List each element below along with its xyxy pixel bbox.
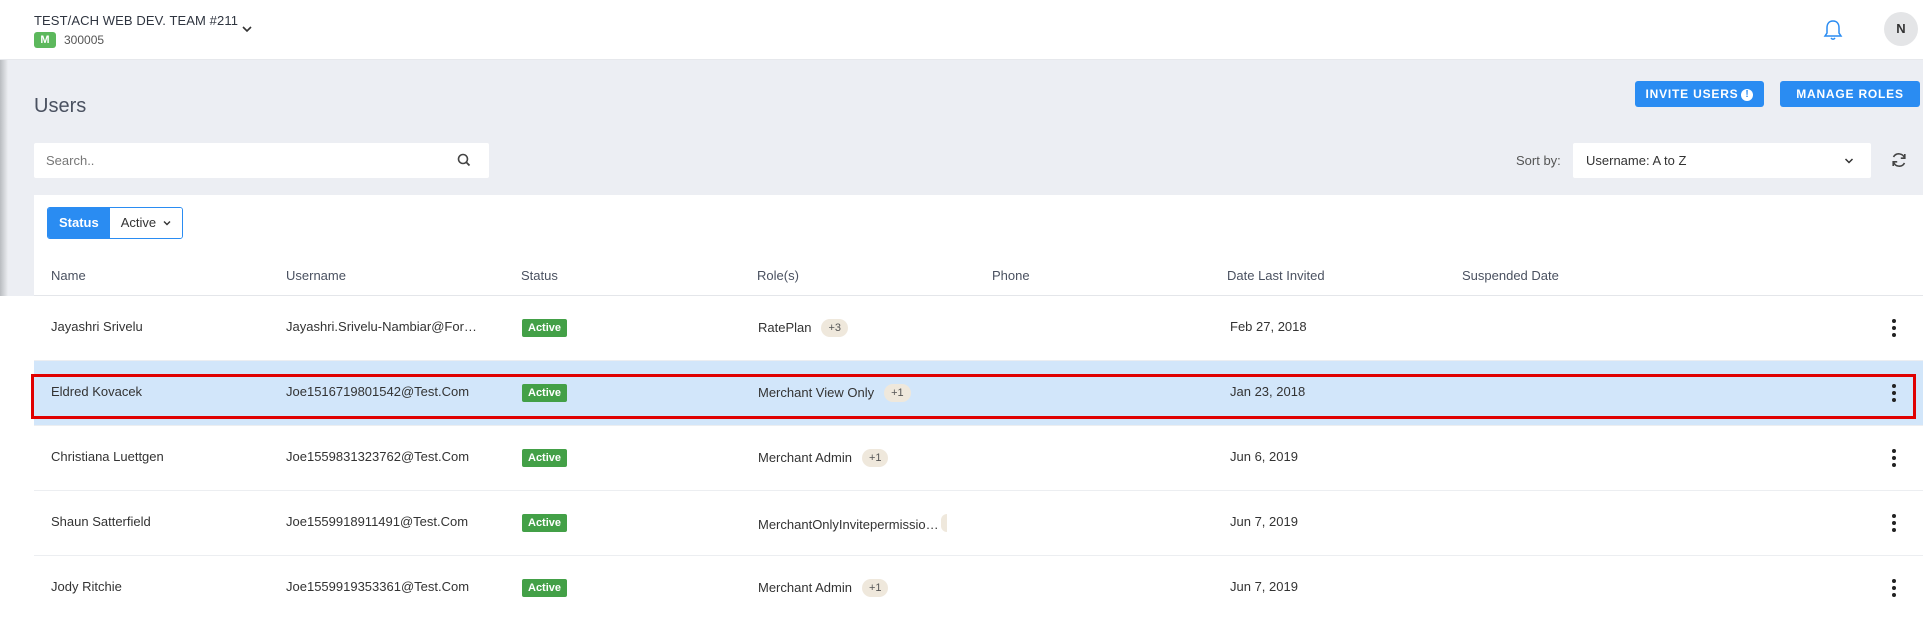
search-input[interactable] — [46, 151, 446, 169]
user-name: Christiana Luettgen — [51, 449, 164, 464]
role-name: RatePlan — [758, 320, 812, 335]
column-header-date-last-invited[interactable]: Date Last Invited — [1227, 268, 1325, 283]
user-username: Joe1559919353361@Test.Com — [286, 579, 470, 594]
search-icon[interactable] — [456, 152, 472, 168]
user-name: Jayashri Srivelu — [51, 319, 143, 334]
user-name: Eldred Kovacek — [51, 384, 143, 399]
status-badge: Active — [522, 319, 568, 337]
status-filter-value-text: Active — [120, 215, 157, 230]
user-username: Joe1559918911491@Test.Com — [286, 514, 469, 529]
table-row[interactable]: Christiana Luettgen Joe1559831323762@Tes… — [34, 426, 1923, 491]
status-badge: Active — [522, 579, 568, 597]
alert-icon: ! — [1741, 89, 1754, 101]
table-row[interactable]: Shaun Satterfield Joe1559918911491@Test.… — [34, 491, 1923, 556]
user-roles: Merchant Admin +1 — [758, 449, 889, 467]
status-filter[interactable]: Status Active — [47, 207, 184, 239]
more-options-icon[interactable] — [1891, 448, 1897, 468]
chevron-down-icon — [163, 221, 171, 226]
date-last-invited: Jan 23, 2018 — [1230, 384, 1306, 399]
org-name[interactable]: TEST/ACH WEB DEV. TEAM #211 — [34, 13, 238, 28]
column-header-name[interactable]: Name — [51, 268, 86, 283]
sort-label: Sort by: — [1516, 153, 1561, 168]
column-header-roles[interactable]: Role(s) — [757, 268, 799, 283]
search-box — [34, 143, 489, 178]
org-type-badge: M — [34, 32, 56, 48]
user-name: Shaun Satterfield — [51, 514, 151, 529]
org-id: 300005 — [64, 33, 105, 47]
user-username: Joe1559831323762@Test.Com — [286, 449, 470, 464]
top-bar: TEST/ACH WEB DEV. TEAM #211 M 300005 N — [0, 0, 1923, 60]
notification-bell-icon[interactable] — [1822, 18, 1844, 42]
more-options-icon[interactable] — [1891, 513, 1897, 533]
more-roles-badge[interactable]: +1 — [884, 384, 911, 402]
more-roles-badge[interactable]: +1 — [861, 449, 889, 467]
page-title: Users — [34, 95, 87, 117]
chevron-down-icon[interactable] — [240, 22, 254, 36]
user-roles: Merchant Admin +1 — [758, 579, 889, 597]
table-row[interactable]: Eldred Kovacek Joe1516719801542@Test.Com… — [34, 361, 1923, 426]
more-options-icon[interactable] — [1891, 383, 1897, 403]
table-row[interactable]: Jody Ritchie Joe1559919353361@Test.Com A… — [34, 556, 1923, 618]
role-name: MerchantOnlyInvitepermissio… — [758, 517, 939, 532]
date-last-invited: Jun 7, 2019 — [1230, 579, 1298, 594]
role-name: Merchant Admin — [758, 450, 852, 465]
status-filter-label: Status — [48, 208, 110, 238]
status-filter-value[interactable]: Active — [109, 208, 183, 238]
date-last-invited: Feb 27, 2018 — [1230, 319, 1307, 334]
user-roles: RatePlan +3 — [758, 319, 849, 337]
column-header-status[interactable]: Status — [521, 268, 558, 283]
user-roles: MerchantOnlyInvitepermissio… — [758, 514, 947, 532]
sort-value: Username: A to Z — [1586, 153, 1687, 168]
more-roles-badge[interactable]: +1 — [861, 579, 889, 597]
column-header-username[interactable]: Username — [286, 268, 346, 283]
manage-roles-button[interactable]: MANAGE ROLES — [1780, 81, 1920, 107]
chevron-down-icon — [1844, 158, 1854, 164]
user-username: Jayashri.Srivelu-Nambiar@For… — [286, 319, 477, 334]
invite-users-button[interactable]: INVITE USERS! — [1635, 81, 1764, 107]
user-avatar[interactable]: N — [1884, 12, 1918, 46]
role-name: Merchant Admin — [758, 580, 852, 595]
more-roles-badge[interactable]: +3 — [821, 319, 849, 337]
user-username: Joe1516719801542@Test.Com — [286, 384, 470, 399]
status-badge: Active — [522, 384, 568, 402]
refresh-icon[interactable] — [1890, 151, 1908, 169]
sort-select[interactable]: Username: A to Z — [1573, 143, 1871, 178]
column-header-phone[interactable]: Phone — [992, 268, 1030, 283]
more-options-icon[interactable] — [1891, 318, 1897, 338]
user-name: Jody Ritchie — [51, 579, 122, 594]
user-roles: Merchant View Only +1 — [758, 384, 911, 402]
status-badge: Active — [522, 514, 568, 532]
status-badge: Active — [522, 449, 568, 467]
date-last-invited: Jun 7, 2019 — [1230, 514, 1298, 529]
more-options-icon[interactable] — [1891, 578, 1897, 598]
column-header-suspended-date[interactable]: Suspended Date — [1462, 268, 1559, 283]
date-last-invited: Jun 6, 2019 — [1230, 449, 1298, 464]
table-row[interactable]: Jayashri Srivelu Jayashri.Srivelu-Nambia… — [34, 296, 1923, 361]
table-header: Name Username Status Role(s) Phone Date … — [34, 258, 1923, 296]
role-name: Merchant View Only — [758, 385, 875, 400]
more-roles-badge[interactable] — [940, 514, 947, 532]
invite-users-label: INVITE USERS — [1645, 87, 1739, 101]
